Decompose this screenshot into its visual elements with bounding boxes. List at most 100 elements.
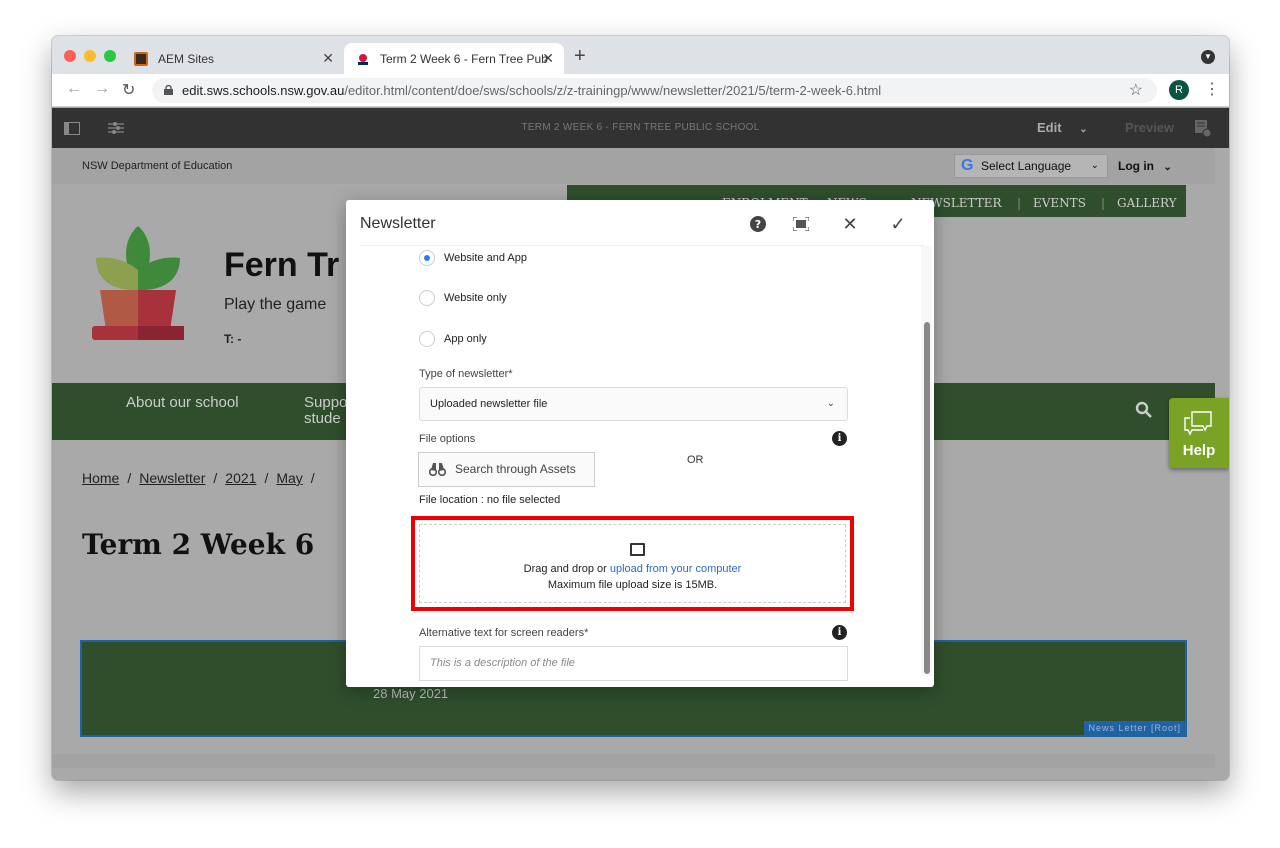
search-assets-button[interactable]: Search through Assets (418, 452, 595, 487)
search-icon[interactable] (1135, 401, 1153, 419)
reload-icon[interactable]: ↻ (122, 80, 135, 100)
language-select[interactable]: G Select Language ⌄ (954, 154, 1108, 178)
close-tab-icon[interactable]: ✕ (322, 50, 334, 67)
breadcrumb-separator: / (213, 470, 218, 486)
help-icon[interactable]: ? (749, 215, 767, 233)
chevron-down-icon: ⌄ (1090, 160, 1099, 171)
radio-indicator[interactable] (419, 250, 435, 266)
school-logo[interactable] (92, 226, 184, 344)
back-icon[interactable]: ← (66, 80, 82, 98)
url-host: edit.sws.schools.nsw.gov.au (182, 83, 345, 98)
breadcrumb-separator: / (127, 470, 132, 486)
select-value: Uploaded newsletter file (430, 398, 548, 410)
highlight-annotation: Drag and drop or upload from your comput… (411, 516, 854, 611)
type-of-newsletter-select[interactable]: Uploaded newsletter file ⌄ (419, 387, 848, 421)
radio-website-and-app[interactable]: Website and App (419, 250, 527, 266)
upload-from-computer-link[interactable]: upload from your computer (610, 563, 741, 575)
maximize-window-button[interactable] (104, 50, 116, 62)
lock-icon (164, 85, 173, 95)
mode-label: Edit (1037, 120, 1062, 135)
browser-menu-icon[interactable]: ⋮ (1204, 80, 1220, 100)
close-icon[interactable]: ✕ (841, 214, 859, 234)
chevron-down-icon: ⌄ (1163, 162, 1172, 173)
breadcrumb-newsletter[interactable]: Newsletter (139, 470, 205, 486)
file-location-text: File location : no file selected (419, 494, 561, 506)
nav-divider: | (1017, 196, 1022, 210)
chevron-down-icon: ⌄ (826, 398, 835, 409)
nav-item-supporting-students[interactable]: Suppo stude (304, 395, 347, 427)
dialog-scrollbar-thumb[interactable] (924, 322, 930, 674)
radio-label: Website and App (444, 252, 527, 264)
annotations-icon[interactable] (1195, 120, 1211, 137)
radio-app-only[interactable]: App only (419, 331, 487, 347)
login-label: Log in (1118, 159, 1154, 173)
mode-selector[interactable]: Edit ⌄ (1037, 120, 1088, 135)
file-drop-zone[interactable]: Drag and drop or upload from your comput… (419, 524, 846, 603)
page-bottom-bar (52, 754, 1215, 768)
forward-icon[interactable]: → (94, 80, 110, 98)
close-window-button[interactable] (64, 50, 76, 62)
nav-item-gallery[interactable]: GALLERY (1117, 196, 1177, 210)
school-tagline: Play the game (224, 296, 327, 313)
new-tab-button[interactable]: + (574, 45, 586, 68)
tab-aem-sites[interactable]: AEM Sites ✕ (124, 43, 344, 74)
url-input[interactable]: edit.sws.schools.nsw.gov.au/editor.html/… (152, 78, 1157, 103)
fullscreen-icon[interactable] (792, 215, 810, 233)
chevron-down-icon: ⌄ (1079, 124, 1088, 135)
url-path: /editor.html/content/doe/sws/schools/z/z… (344, 83, 882, 98)
breadcrumb: Home / Newsletter / 2021 / May / (82, 470, 323, 486)
alt-text-input[interactable]: This is a description of the file (419, 646, 848, 681)
close-tab-icon[interactable]: ✕ (542, 50, 554, 67)
help-button[interactable]: Help (1169, 398, 1229, 468)
breadcrumb-separator: / (264, 470, 269, 486)
radio-label: App only (444, 333, 487, 345)
utility-bar: NSW Department of Education G Select Lan… (52, 148, 1215, 184)
breadcrumb-may[interactable]: May (276, 470, 302, 486)
info-icon[interactable]: i (832, 625, 847, 640)
nav-divider: | (1101, 196, 1106, 210)
radio-website-only[interactable]: Website only (419, 290, 507, 306)
minimize-window-button[interactable] (84, 50, 96, 62)
max-size-text: Maximum file upload size is 15MB. (547, 579, 718, 591)
address-bar: ← → ↻ edit.sws.schools.nsw.gov.au/editor… (52, 74, 1229, 107)
info-icon[interactable]: i (832, 431, 847, 446)
nav-item-events[interactable]: EVENTS (1033, 196, 1086, 210)
nsw-favicon-icon (356, 52, 370, 66)
aem-editor-toolbar: TERM 2 WEEK 6 - FERN TREE PUBLIC SCHOOL … (52, 108, 1229, 148)
google-icon: G (961, 157, 974, 174)
dialog-title: Newsletter (360, 215, 436, 232)
newsletter-date: 28 May 2021 (373, 686, 449, 701)
nav-line-1: Suppo (304, 394, 348, 411)
bookmark-star-icon[interactable]: ☆ (1129, 78, 1143, 103)
radio-label: Website only (444, 292, 507, 304)
drop-instructions: Drag and drop or upload from your comput… (420, 563, 845, 575)
profile-avatar[interactable]: R (1169, 80, 1189, 100)
school-telephone: T: - (224, 332, 242, 346)
image-icon (630, 543, 645, 556)
button-label: Search through Assets (455, 462, 576, 476)
tab-bar: AEM Sites ✕ Term 2 Week 6 - Fern Tree Pu… (52, 36, 1229, 74)
dialog-divider (360, 245, 924, 246)
page-title: Term 2 Week 6 (82, 528, 315, 561)
tab-title: AEM Sites (158, 51, 215, 66)
tab-search-icon[interactable]: ▼ (1201, 50, 1215, 64)
radio-indicator[interactable] (419, 331, 435, 347)
radio-indicator[interactable] (419, 290, 435, 306)
nav-item-about[interactable]: About our school (126, 395, 239, 411)
tab-term-2-week-6[interactable]: Term 2 Week 6 - Fern Tree Pub ✕ (344, 43, 564, 74)
breadcrumb-separator: / (310, 470, 315, 486)
preview-button[interactable]: Preview (1125, 120, 1174, 135)
login-menu[interactable]: Log in ⌄ (1118, 159, 1172, 173)
school-name: Fern Tr (224, 246, 340, 284)
or-label: OR (687, 454, 704, 466)
breadcrumb-home[interactable]: Home (82, 470, 119, 486)
nav-line-2: stude (304, 410, 341, 427)
type-of-newsletter-label: Type of newsletter* (419, 368, 513, 380)
breadcrumb-2021[interactable]: 2021 (225, 470, 256, 486)
aem-favicon-icon (134, 51, 148, 66)
done-checkmark-icon[interactable]: ✓ (889, 214, 907, 234)
newsletter-dialog: Newsletter ? ✕ ✓ Website and App Website… (346, 200, 934, 687)
help-label: Help (1182, 442, 1216, 459)
binoculars-icon (429, 463, 446, 476)
file-options-label: File options (419, 433, 476, 445)
